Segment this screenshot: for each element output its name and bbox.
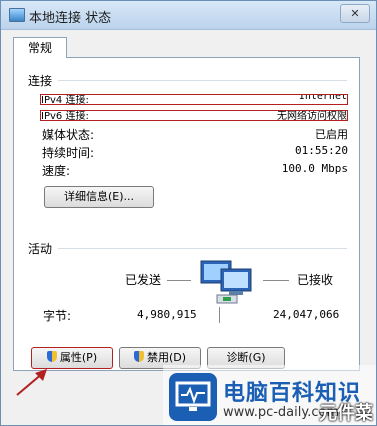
window-title: 本地连接 状态 bbox=[29, 11, 112, 26]
bytes-sent-value: 4,980,915 bbox=[137, 308, 197, 321]
connection-heading: 连接 bbox=[28, 74, 53, 88]
disable-label: 禁用(D) bbox=[146, 351, 187, 364]
sent-dash bbox=[167, 280, 191, 281]
media-state-row: 媒体状态: 已启用 bbox=[42, 126, 348, 142]
duration-value: 01:55:20 bbox=[295, 144, 348, 157]
monitor-logo-icon bbox=[169, 373, 217, 421]
duration-row: 持续时间: 01:55:20 bbox=[42, 144, 348, 160]
speed-row: 速度: 100.0 Mbps bbox=[42, 162, 348, 178]
ipv4-value: Internet bbox=[298, 94, 347, 102]
ipv6-value: 无网络访问权限 bbox=[277, 111, 347, 121]
network-app-icon bbox=[9, 8, 25, 22]
details-button[interactable]: 详细信息(E)... bbox=[44, 186, 154, 208]
properties-button[interactable]: 属性(P) bbox=[31, 347, 113, 369]
speed-label: 速度: bbox=[42, 164, 71, 178]
title-bar[interactable]: 本地连接 状态 ✕ bbox=[1, 1, 376, 30]
media-state-label: 媒体状态: bbox=[42, 128, 95, 142]
annotation-arrow-icon bbox=[16, 369, 47, 396]
shield-icon bbox=[46, 351, 57, 362]
received-dash bbox=[263, 280, 289, 281]
tab-general[interactable]: 常规 bbox=[13, 37, 67, 58]
media-state-value: 已启用 bbox=[315, 128, 348, 141]
connection-divider bbox=[58, 80, 347, 81]
watermark-badge: 元件菜 bbox=[319, 403, 373, 424]
sent-label: 已发送 bbox=[125, 273, 162, 287]
close-button[interactable]: ✕ bbox=[340, 4, 370, 23]
properties-label: 属性(P) bbox=[59, 351, 98, 364]
activity-connector bbox=[219, 307, 220, 323]
network-activity-icon bbox=[200, 260, 252, 304]
received-label: 已接收 bbox=[297, 273, 334, 287]
bytes-received-value: 24,047,066 bbox=[273, 308, 340, 321]
bytes-label: 字节: bbox=[43, 309, 72, 323]
activity-heading: 活动 bbox=[28, 242, 53, 256]
activity-divider bbox=[58, 248, 347, 249]
ipv6-row: IPv6 连接: 无网络访问权限 bbox=[40, 110, 348, 121]
ipv6-label: IPv6 连接: bbox=[41, 111, 89, 121]
speed-value: 100.0 Mbps bbox=[281, 162, 348, 175]
status-dialog: 本地连接 状态 ✕ 常规 连接 IPv4 连接: Internet IPv6 连… bbox=[0, 0, 377, 426]
shield-icon bbox=[133, 351, 144, 362]
ipv4-row: IPv4 连接: Internet bbox=[40, 94, 348, 105]
duration-label: 持续时间: bbox=[42, 146, 95, 160]
ipv4-label: IPv4 连接: bbox=[41, 95, 89, 105]
